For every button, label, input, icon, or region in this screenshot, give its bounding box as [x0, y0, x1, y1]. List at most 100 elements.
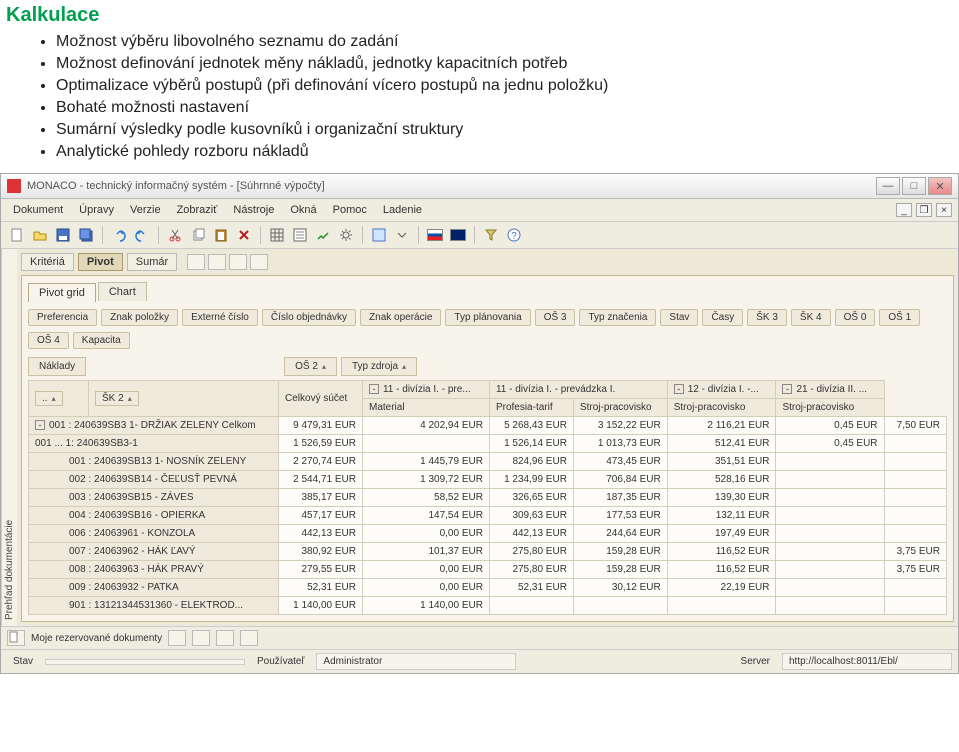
properties-button[interactable]: [290, 225, 310, 245]
table-row[interactable]: 003 : 240639SB15 - ZÁVES385,17 EUR58,52 …: [29, 489, 947, 507]
col-d11prev[interactable]: 11 - divízia I. - prevádzka I.: [489, 381, 667, 399]
cut-button[interactable]: [165, 225, 185, 245]
gear-button[interactable]: [336, 225, 356, 245]
table-row[interactable]: 008 : 24063963 - HÁK PRAVÝ279,55 EUR0,00…: [29, 561, 947, 579]
flag-sk-button[interactable]: [425, 225, 445, 245]
col-d11pre[interactable]: -11 - divízia I. - pre...: [362, 381, 489, 399]
mini-btn-2[interactable]: [208, 254, 226, 270]
mini-btn-3[interactable]: [229, 254, 247, 270]
col-stroj-1[interactable]: Stroj-pracovisko: [573, 399, 667, 417]
reserved-docs-label[interactable]: Moje rezervované dokumenty: [31, 633, 162, 644]
table-row[interactable]: -001 : 240639SB3 1- DRŽIAK ZELENY Celkom…: [29, 417, 947, 435]
mdi-restore-button[interactable]: ❐: [916, 203, 932, 217]
save-all-button[interactable]: [76, 225, 96, 245]
table-row[interactable]: 009 : 24063932 - PATKA52,31 EUR0,00 EUR5…: [29, 579, 947, 597]
col-stroj-3[interactable]: Stroj-pracovisko: [776, 399, 884, 417]
collapse-icon[interactable]: -: [674, 384, 684, 394]
col-total[interactable]: Celkový súčet: [279, 381, 363, 417]
grid-button[interactable]: [267, 225, 287, 245]
close-button[interactable]: ✕: [928, 177, 952, 195]
axis-dot[interactable]: .. ▴: [35, 391, 63, 406]
menu-nastroje[interactable]: Nástroje: [227, 202, 280, 218]
table-row[interactable]: 006 : 24063961 - KONZOLA442,13 EUR0,00 E…: [29, 525, 947, 543]
help-button[interactable]: ?: [504, 225, 524, 245]
menu-upravy[interactable]: Úpravy: [73, 202, 120, 218]
filter-tag[interactable]: Číslo objednávky: [262, 309, 356, 326]
subtab-chart[interactable]: Chart: [98, 282, 147, 301]
delete-button[interactable]: [234, 225, 254, 245]
filter-tag[interactable]: Externé číslo: [182, 309, 258, 326]
dropdown-button[interactable]: [392, 225, 412, 245]
app-icon: [7, 179, 21, 193]
menu-verzie[interactable]: Verzie: [124, 202, 167, 218]
subtab-pivot-grid[interactable]: Pivot grid: [28, 283, 96, 302]
status-btn-2[interactable]: [192, 630, 210, 646]
filter-tag[interactable]: ŠK 3: [747, 309, 787, 326]
table-row[interactable]: 002 : 240639SB14 - ČEĽUSŤ PEVNÁ2 544,71 …: [29, 471, 947, 489]
filter-tag[interactable]: OŠ 1: [879, 309, 920, 326]
collapse-icon[interactable]: -: [35, 420, 45, 430]
table-row[interactable]: 001 : 240639SB13 1- NOSNÍK ZELENY2 270,7…: [29, 453, 947, 471]
col-d21[interactable]: -21 - divízia II. ...: [776, 381, 884, 399]
filter-tag[interactable]: Stav: [660, 309, 698, 326]
redo-button[interactable]: [132, 225, 152, 245]
list-item: Možnost definování jednotek měny nákladů…: [56, 55, 959, 73]
copy-button[interactable]: [188, 225, 208, 245]
filter-tag[interactable]: ŠK 4: [791, 309, 831, 326]
filter-tag[interactable]: Typ značenia: [579, 309, 656, 326]
save-button[interactable]: [53, 225, 73, 245]
filter-tag[interactable]: Znak operácie: [360, 309, 441, 326]
separator-icon: [362, 226, 363, 244]
menu-dokument[interactable]: Dokument: [7, 202, 69, 218]
col-profesia[interactable]: Profesia-tarif: [489, 399, 573, 417]
table-row[interactable]: 004 : 240639SB16 - OPIERKA457,17 EUR147,…: [29, 507, 947, 525]
mini-btn-4[interactable]: [250, 254, 268, 270]
tab-kriteria[interactable]: Kritériá: [21, 253, 74, 271]
filter-tag[interactable]: Preferencia: [28, 309, 97, 326]
menu-zobrazit[interactable]: Zobraziť: [171, 202, 224, 218]
paste-button[interactable]: [211, 225, 231, 245]
preferences-button[interactable]: [313, 225, 333, 245]
menu-ladenie[interactable]: Ladenie: [377, 202, 428, 218]
new-doc-button[interactable]: [7, 225, 27, 245]
menu-okna[interactable]: Okná: [284, 202, 322, 218]
col-d12[interactable]: -12 - divízia I. -...: [667, 381, 776, 399]
status-btn-1[interactable]: [168, 630, 186, 646]
table-row[interactable]: 007 : 24063962 - HÁK ĽAVÝ380,92 EUR101,3…: [29, 543, 947, 561]
filter-tag[interactable]: Časy: [702, 309, 743, 326]
axis-os2[interactable]: OŠ 2▴: [284, 357, 337, 376]
undo-button[interactable]: [109, 225, 129, 245]
detail-button[interactable]: [369, 225, 389, 245]
mdi-close-button[interactable]: ×: [936, 203, 952, 217]
axis-typ-zdroja[interactable]: Typ zdroja▴: [341, 357, 417, 376]
side-tab[interactable]: Prehľad dokumentácie: [1, 249, 17, 626]
status-btn-3[interactable]: [216, 630, 234, 646]
status-btn-4[interactable]: [240, 630, 258, 646]
tab-sumar[interactable]: Sumár: [127, 253, 177, 271]
mdi-minimize-button[interactable]: _: [896, 203, 912, 217]
minimize-button[interactable]: —: [876, 177, 900, 195]
col-material[interactable]: Material: [362, 399, 489, 417]
table-row[interactable]: 901 : 13121344531360 - ELEKTROD...1 140,…: [29, 597, 947, 615]
svg-text:?: ?: [511, 231, 517, 242]
menu-pomoc[interactable]: Pomoc: [327, 202, 373, 218]
filter-tag[interactable]: Typ plánovania: [445, 309, 530, 326]
tab-pivot[interactable]: Pivot: [78, 253, 123, 271]
filter-button[interactable]: [481, 225, 501, 245]
table-row[interactable]: 001 ... 1: 240639SB3-11 526,59 EUR1 526,…: [29, 435, 947, 453]
axis-sk2[interactable]: ŠK 2▴: [95, 391, 139, 406]
flag-en-button[interactable]: [448, 225, 468, 245]
filter-tag[interactable]: Znak položky: [101, 309, 178, 326]
col-stroj-2[interactable]: Stroj-pracovisko: [667, 399, 776, 417]
collapse-icon[interactable]: -: [369, 384, 379, 394]
filter-tag[interactable]: OŠ 0: [835, 309, 876, 326]
filter-tag[interactable]: Kapacita: [73, 332, 130, 349]
filter-tag[interactable]: OŠ 3: [535, 309, 576, 326]
collapse-icon[interactable]: -: [782, 384, 792, 394]
maximize-button[interactable]: □: [902, 177, 926, 195]
filter-tag[interactable]: OŠ 4: [28, 332, 69, 349]
axis-naklady[interactable]: Náklady: [28, 357, 86, 376]
doc-icon-button[interactable]: [7, 630, 25, 646]
mini-btn-1[interactable]: [187, 254, 205, 270]
open-button[interactable]: [30, 225, 50, 245]
